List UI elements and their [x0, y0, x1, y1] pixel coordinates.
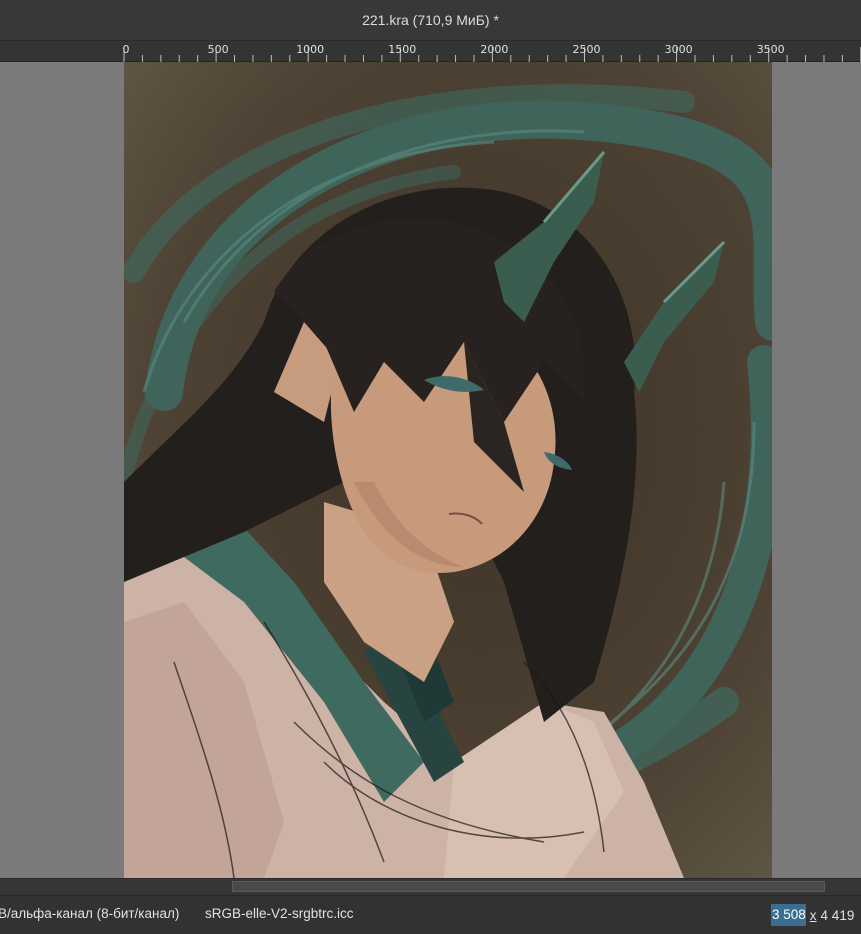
- image-dimensions[interactable]: 3 508 x 4 419: [771, 904, 854, 926]
- ruler-graphic: 0 500 1000 1500 2000 2500 3000 3500: [123, 43, 861, 62]
- ruler-label: 1500: [388, 43, 416, 56]
- ruler-label: 3500: [757, 43, 785, 56]
- canvas-area[interactable]: [0, 62, 861, 878]
- ruler-label: 500: [208, 43, 229, 56]
- ruler-label: 2500: [573, 43, 601, 56]
- window-titlebar: 221.kra (710,9 МиБ) *: [0, 0, 861, 41]
- ruler-label: 0: [123, 43, 130, 56]
- ruler-label: 1000: [296, 43, 324, 56]
- dimension-separator: x: [809, 907, 817, 923]
- image-width-field[interactable]: 3 508: [771, 904, 806, 926]
- ruler-label: 2000: [480, 43, 508, 56]
- status-bar: В/альфа-канал (8-бит/канал) sRGB-elle-V2…: [0, 895, 861, 934]
- horizontal-scrollbar[interactable]: [0, 878, 861, 895]
- window-title: 221.kra (710,9 МиБ) *: [362, 12, 499, 28]
- image-height-field[interactable]: 4 419: [821, 908, 855, 923]
- horizontal-ruler[interactable]: 0 500 1000 1500 2000 2500 3000 3500: [0, 41, 861, 62]
- color-profile-label[interactable]: sRGB-elle-V2-srgbtrc.icc: [205, 906, 354, 921]
- color-space-label[interactable]: В/альфа-канал (8-бит/канал): [0, 906, 179, 921]
- ruler-label: 3000: [665, 43, 693, 56]
- horizontal-scrollbar-thumb[interactable]: [232, 881, 825, 892]
- artwork-image: [124, 62, 772, 878]
